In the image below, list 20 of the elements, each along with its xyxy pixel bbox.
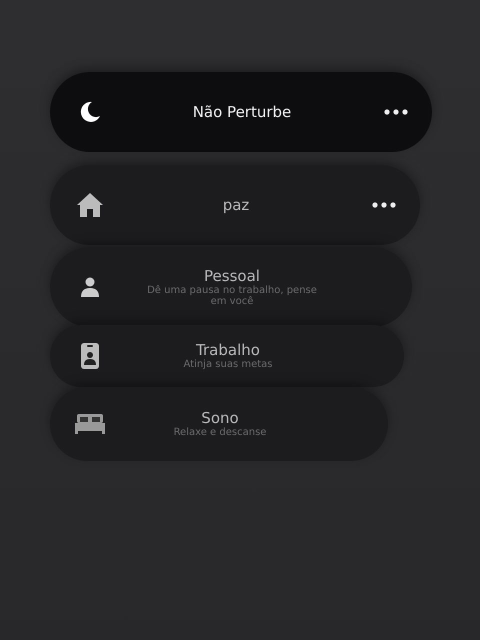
more-icon [384, 109, 408, 115]
focus-mode-description: Atinja suas metas [183, 359, 272, 371]
focus-mode-title: paz [222, 196, 250, 214]
person-icon [80, 277, 100, 297]
focus-mode-title: Trabalho [196, 341, 260, 360]
focus-mode-card[interactable]: Não Perturbe [50, 72, 432, 152]
bed-icon [75, 414, 105, 434]
focus-mode-title: Pessoal [204, 266, 260, 284]
focus-mode-description: Relaxe e descanse [174, 427, 266, 439]
moon-icon [78, 100, 102, 124]
focus-mode-description: Dê uma pausa no trabalho, pense em você [146, 284, 318, 308]
id-badge-icon [81, 343, 99, 369]
more-icon [372, 202, 396, 208]
focus-mode-card[interactable]: Sono Relaxe e descanse [50, 387, 388, 461]
house-icon [76, 192, 104, 218]
focus-mode-card[interactable]: paz [50, 165, 420, 245]
focus-mode-card[interactable]: Trabalho Atinja suas metas [50, 325, 404, 387]
focus-mode-title: Não Perturbe [192, 103, 292, 121]
focus-mode-card[interactable]: Pessoal Dê uma pausa no trabalho, pense em você [50, 247, 412, 327]
focus-mode-title: Sono [201, 409, 239, 428]
